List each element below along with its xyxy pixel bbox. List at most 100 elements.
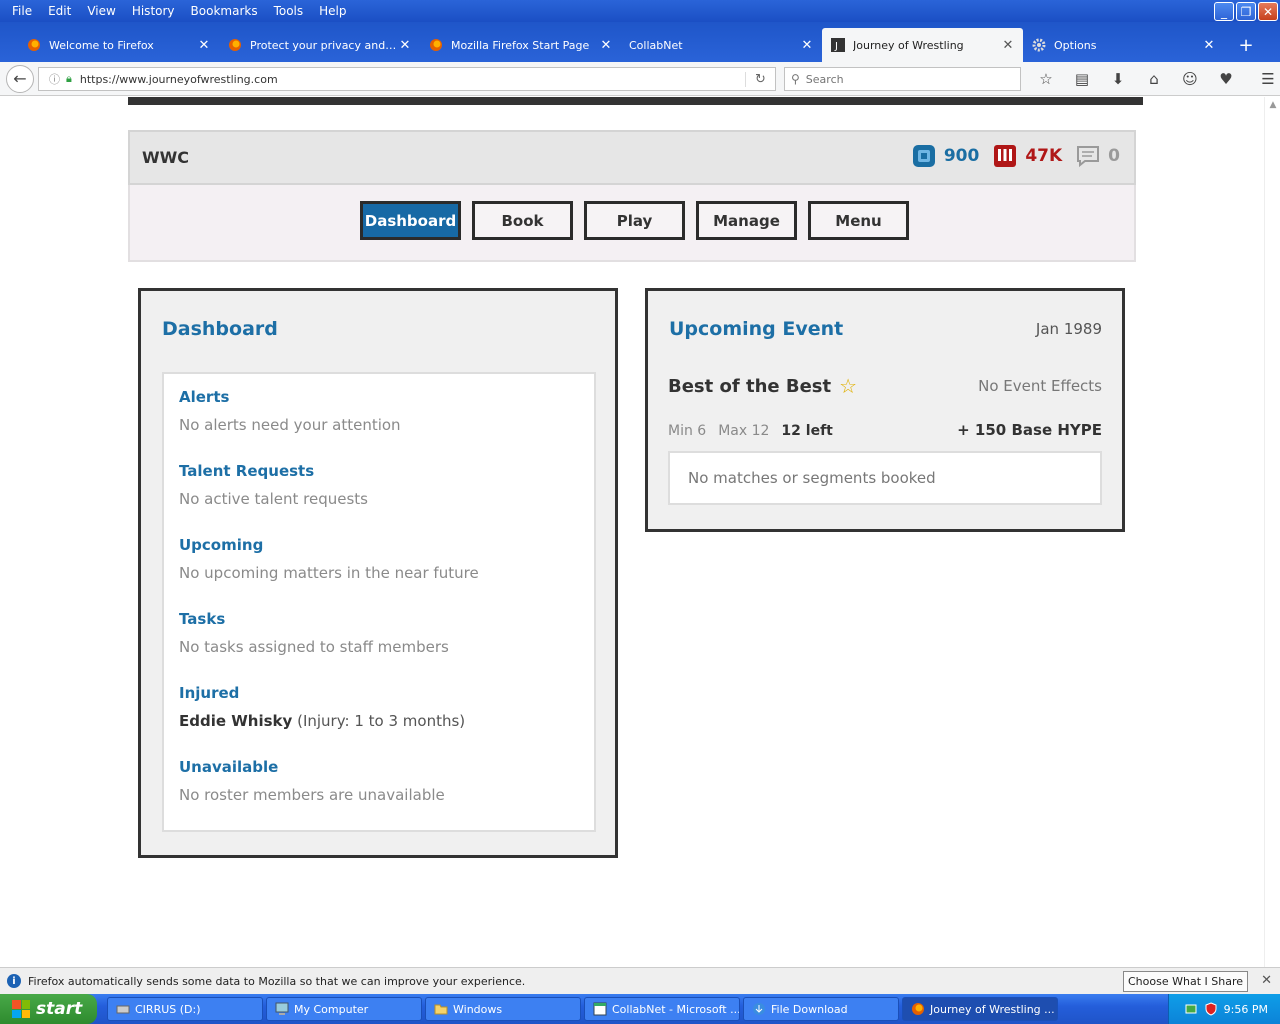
smiley-icon[interactable]: ☺	[1172, 67, 1208, 91]
scroll-up-icon[interactable]: ▲	[1265, 97, 1280, 113]
task-label: Journey of Wrestling ...	[930, 1002, 1055, 1016]
hamburger-menu-icon[interactable]: ☰	[1250, 67, 1280, 91]
menu-history[interactable]: History	[124, 4, 183, 18]
menu-view[interactable]: View	[79, 4, 123, 18]
new-tab-button[interactable]: +	[1232, 28, 1260, 62]
unavailable-heading[interactable]: Unavailable	[179, 758, 594, 776]
main-nav-panel: Dashboard Book Play Manage Menu	[128, 185, 1136, 262]
talent-requests-heading[interactable]: Talent Requests	[179, 462, 594, 480]
upcoming-heading[interactable]: Upcoming	[179, 536, 594, 554]
task-label: CIRRUS (D:)	[135, 1002, 201, 1016]
play-button[interactable]: Play	[584, 201, 685, 240]
windows-logo-icon	[12, 1000, 30, 1018]
hype-stat[interactable]: 900	[912, 144, 979, 168]
unavailable-section: Unavailable No roster members are unavai…	[179, 758, 594, 832]
book-button[interactable]: Book	[472, 201, 573, 240]
close-tab-icon[interactable]: ✕	[398, 38, 412, 53]
menu-tools[interactable]: Tools	[266, 4, 312, 18]
pocket-icon[interactable]: ♥	[1208, 67, 1244, 91]
close-tab-icon[interactable]: ✕	[599, 38, 613, 53]
task-cirrus-drive[interactable]: CIRRUS (D:)	[107, 997, 263, 1021]
upcoming-event-card: Upcoming Event Jan 1989 Best of the Best…	[645, 288, 1125, 532]
start-label: start	[36, 999, 83, 1019]
bookmark-star-icon[interactable]: ☆	[1028, 67, 1064, 91]
close-window-button[interactable]: ✕	[1258, 2, 1278, 21]
menu-file[interactable]: File	[4, 4, 40, 18]
tab-collabnet[interactable]: CollabNet ✕	[621, 28, 822, 62]
event-max: Max 12	[718, 423, 770, 439]
tab-journey-of-wrestling[interactable]: J Journey of Wrestling ✕	[822, 28, 1023, 62]
task-label: File Download	[771, 1002, 848, 1016]
reload-icon[interactable]: ↻	[745, 71, 775, 87]
home-icon[interactable]: ⌂	[1136, 67, 1172, 91]
drive-icon	[116, 1005, 130, 1014]
menu-button[interactable]: Menu	[808, 201, 909, 240]
taskbar-tasks: CIRRUS (D:) My Computer Windows CollabNe…	[107, 997, 1058, 1021]
event-effects: No Event Effects	[978, 377, 1102, 395]
star-icon[interactable]: ☆	[839, 374, 857, 398]
close-tab-icon[interactable]: ✕	[1001, 38, 1015, 53]
download-icon[interactable]: ⬇	[1100, 67, 1136, 91]
tab-label: CollabNet	[629, 38, 683, 52]
shield-icon[interactable]	[1204, 1002, 1218, 1016]
task-label: CollabNet - Microsoft ...	[612, 1002, 740, 1016]
menu-help[interactable]: Help	[311, 4, 354, 18]
talent-requests-section: Talent Requests No active talent request…	[179, 462, 594, 536]
tasks-heading[interactable]: Tasks	[179, 610, 594, 628]
start-button[interactable]: start	[0, 994, 97, 1024]
upcoming-text: No upcoming matters in the near future	[179, 564, 479, 582]
menu-bookmarks[interactable]: Bookmarks	[183, 4, 266, 18]
url-bar[interactable]: ⓘ 🔒︎ https://www.journeyofwrestling.com …	[38, 67, 776, 91]
close-tab-icon[interactable]: ✕	[800, 38, 814, 53]
network-icon[interactable]	[1184, 1002, 1198, 1016]
money-stat[interactable]: 47K	[993, 144, 1062, 168]
reading-list-icon[interactable]: ▤	[1064, 67, 1100, 91]
clock[interactable]: 9:56 PM	[1224, 1003, 1268, 1016]
search-box[interactable]: ⚲	[784, 67, 1021, 91]
choose-what-i-share-button[interactable]: Choose What I Share	[1123, 971, 1248, 992]
close-tab-icon[interactable]: ✕	[1202, 38, 1216, 53]
money-icon	[994, 145, 1017, 167]
event-name-row: Best of the Best ☆	[668, 374, 857, 398]
tab-protect-privacy[interactable]: Protect your privacy and br... ✕	[219, 28, 420, 62]
close-tab-icon[interactable]: ✕	[197, 38, 211, 53]
close-notification-icon[interactable]: ✕	[1261, 973, 1272, 988]
task-journey-of-wrestling[interactable]: Journey of Wrestling ...	[902, 997, 1058, 1021]
vertical-scrollbar[interactable]: ▲	[1264, 97, 1280, 967]
messages-stat[interactable]: 0	[1076, 144, 1120, 168]
menu-bar: File Edit View History Bookmarks Tools H…	[0, 0, 355, 22]
folder-icon	[434, 1004, 448, 1015]
menu-edit[interactable]: Edit	[40, 4, 79, 18]
data-notification-bar: i Firefox automatically sends some data …	[0, 967, 1280, 994]
event-name[interactable]: Best of the Best	[668, 376, 831, 397]
firefox-icon	[227, 37, 243, 53]
manage-button[interactable]: Manage	[696, 201, 797, 240]
download-window-icon	[753, 1003, 765, 1015]
event-limits: Min 6 Max 12 12 left	[668, 423, 833, 439]
injured-wrestler-name[interactable]: Eddie Whisky	[179, 712, 292, 730]
tab-options[interactable]: Options ✕	[1023, 28, 1224, 62]
task-collabnet[interactable]: CollabNet - Microsoft ...	[584, 997, 740, 1021]
search-input[interactable]	[805, 72, 996, 86]
tab-label: Mozilla Firefox Start Page	[451, 38, 590, 52]
chat-bubble-icon	[1077, 146, 1100, 168]
restore-button[interactable]: ❐	[1236, 2, 1256, 21]
task-windows-folder[interactable]: Windows	[425, 997, 581, 1021]
tasks-section: Tasks No tasks assigned to staff members	[179, 610, 594, 684]
top-strip	[128, 97, 1143, 105]
dashboard-card: Dashboard Alerts No alerts need your att…	[138, 288, 618, 858]
stats-bar: 900 47K 0	[898, 144, 1120, 168]
tab-welcome-to-firefox[interactable]: Welcome to Firefox ✕	[18, 28, 219, 62]
dashboard-button[interactable]: Dashboard	[360, 201, 461, 240]
task-my-computer[interactable]: My Computer	[266, 997, 422, 1021]
dashboard-panel: Alerts No alerts need your attention Tal…	[162, 372, 596, 832]
tab-firefox-start-page[interactable]: Mozilla Firefox Start Page ✕	[420, 28, 621, 62]
event-left: 12 left	[781, 423, 833, 439]
back-button[interactable]: ←	[6, 64, 34, 93]
minimize-button[interactable]: _	[1214, 2, 1234, 21]
info-icon[interactable]: ⓘ	[49, 71, 60, 87]
url-text[interactable]: https://www.journeyofwrestling.com	[80, 73, 745, 86]
alerts-heading[interactable]: Alerts	[179, 388, 594, 406]
task-file-download[interactable]: File Download	[743, 997, 899, 1021]
injured-heading[interactable]: Injured	[179, 684, 594, 702]
